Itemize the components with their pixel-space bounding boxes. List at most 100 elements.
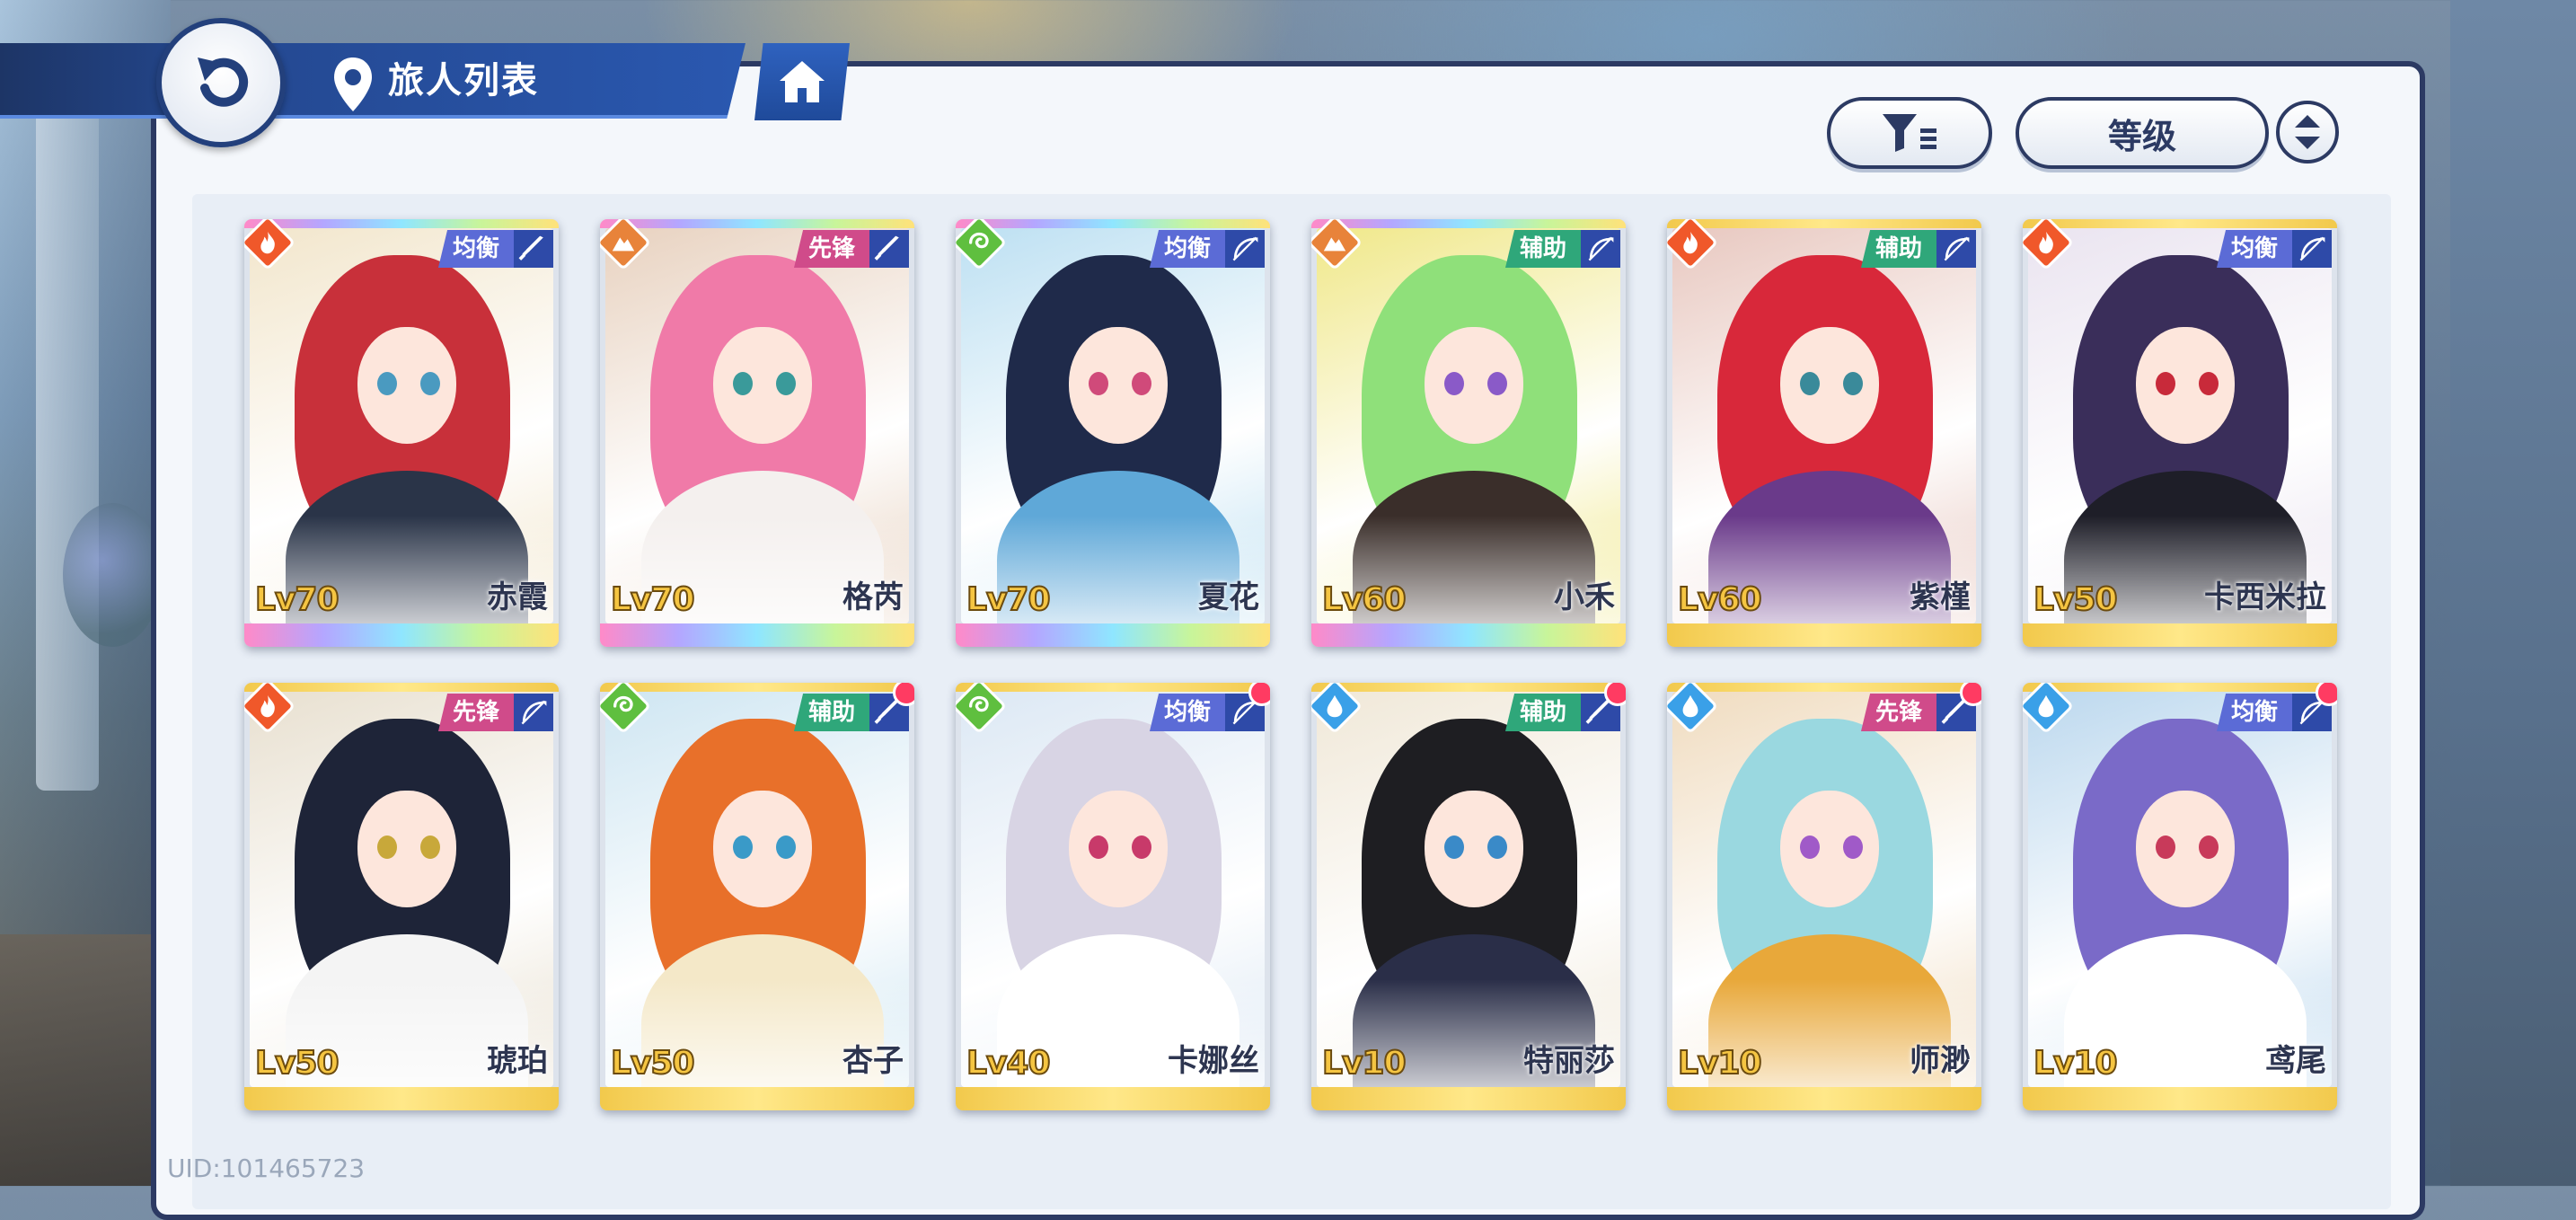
character-card[interactable]: 辅助 Lv10 特丽莎: [1311, 683, 1626, 1110]
earth-element-icon: [612, 237, 635, 252]
bow-weapon-icon: [1588, 236, 1614, 261]
character-portrait: [250, 692, 553, 1087]
character-name: 特丽莎: [1523, 1043, 1615, 1079]
element-badge: [2023, 219, 2075, 271]
sort-order-toggle[interactable]: [2276, 101, 2339, 164]
element-badge: [1311, 219, 1363, 271]
weapon-badge: [1225, 230, 1265, 268]
character-level: Lv70: [610, 580, 695, 619]
location-pin-icon: [334, 57, 372, 111]
fire-element-icon: [260, 231, 275, 254]
character-card[interactable]: 先锋 Lv10 师渺: [1667, 683, 1981, 1110]
background-plant: [63, 503, 162, 647]
element-badge: [956, 219, 1008, 271]
character-level: Lv10: [1321, 1044, 1407, 1083]
character-card[interactable]: 均衡 Lv70 夏花: [956, 219, 1270, 647]
character-portrait: [250, 228, 553, 623]
character-level: Lv70: [254, 580, 340, 619]
character-card[interactable]: 辅助 Lv60 紫槿: [1667, 219, 1981, 647]
role-tag: 辅助: [1860, 230, 1936, 268]
bow-weapon-icon: [521, 700, 547, 725]
character-card[interactable]: 均衡 Lv10 鸢尾: [2023, 683, 2337, 1110]
wind-element-icon: [968, 695, 989, 712]
home-button[interactable]: [754, 43, 850, 120]
character-name: 紫槿: [1910, 579, 1971, 615]
character-level: Lv50: [2033, 580, 2118, 619]
character-level: Lv10: [2033, 1044, 2118, 1083]
role-tag: 先锋: [793, 230, 869, 268]
element-badge: [956, 683, 1008, 735]
sort-by-dropdown[interactable]: 等级: [2016, 97, 2269, 169]
character-card[interactable]: 均衡 Lv70 赤霞: [244, 219, 559, 647]
background-scenery-right: [2450, 0, 2576, 1186]
element-badge: [1667, 683, 1719, 735]
rarity-strip-bottom: [1667, 623, 1981, 647]
role-tag: 均衡: [2216, 230, 2292, 268]
role-tag: 均衡: [1149, 230, 1225, 268]
sword-weapon-icon: [874, 235, 899, 261]
character-portrait: [961, 228, 1265, 623]
character-level: Lv50: [610, 1044, 695, 1083]
role-tag: 均衡: [437, 230, 514, 268]
weapon-badge: [1581, 230, 1620, 268]
role-tag: 均衡: [1149, 694, 1225, 731]
character-card[interactable]: 均衡 Lv40 卡娜丝: [956, 683, 1270, 1110]
rarity-strip-bottom: [600, 623, 914, 647]
character-portrait: [605, 692, 909, 1087]
character-card[interactable]: 均衡 Lv50 卡西米拉: [2023, 219, 2337, 647]
water-element-icon: [2038, 694, 2054, 718]
weapon-badge: [514, 230, 553, 268]
element-badge: [1667, 219, 1719, 271]
character-name: 卡西米拉: [2204, 579, 2326, 615]
character-name: 小禾: [1554, 579, 1615, 615]
bow-weapon-icon: [1232, 236, 1258, 261]
water-element-icon: [1682, 694, 1698, 718]
page-title: 旅人列表: [388, 60, 539, 102]
wind-element-icon: [613, 695, 633, 712]
back-button[interactable]: [156, 18, 286, 147]
character-card[interactable]: 辅助 Lv50 杏子: [600, 683, 914, 1110]
character-name: 师渺: [1910, 1043, 1971, 1079]
weapon-badge: [2292, 230, 2332, 268]
character-portrait: [1672, 692, 1976, 1087]
character-level: Lv10: [1677, 1044, 1763, 1083]
element-badge: [2023, 683, 2075, 735]
filter-button[interactable]: [1827, 97, 1992, 169]
fire-element-icon: [2039, 231, 2053, 254]
character-name: 杏子: [842, 1043, 904, 1079]
character-card[interactable]: 辅助 Lv60 小禾: [1311, 219, 1626, 647]
wind-element-icon: [968, 232, 989, 249]
role-tag: 辅助: [1504, 230, 1581, 268]
character-level: Lv50: [254, 1044, 340, 1083]
character-name: 格芮: [842, 579, 904, 615]
role-tag: 辅助: [1504, 694, 1581, 731]
character-card[interactable]: 先锋 Lv50 琥珀: [244, 683, 559, 1110]
background-scenery-left: [0, 0, 171, 1186]
character-name: 鸢尾: [2265, 1043, 2326, 1079]
role-tag: 先锋: [1860, 694, 1936, 731]
rarity-strip-bottom: [244, 623, 559, 647]
rarity-strip-bottom: [1311, 1087, 1626, 1110]
role-tag: 辅助: [793, 694, 869, 731]
weapon-badge: [514, 694, 553, 731]
element-badge: [244, 683, 296, 735]
background-pillar: [36, 108, 99, 791]
character-portrait: [1672, 228, 1976, 623]
character-portrait: [605, 228, 909, 623]
weapon-badge: [1936, 230, 1976, 268]
home-icon: [780, 61, 825, 102]
rarity-strip-bottom: [244, 1087, 559, 1110]
character-card[interactable]: 先锋 Lv70 格芮: [600, 219, 914, 647]
character-name: 卡娜丝: [1168, 1043, 1259, 1079]
rarity-strip-bottom: [956, 623, 1270, 647]
character-level: Lv70: [966, 580, 1052, 619]
filter-icon: [1883, 114, 1936, 152]
water-element-icon: [1327, 694, 1343, 718]
role-tag: 先锋: [437, 694, 514, 731]
fire-element-icon: [1683, 231, 1698, 254]
character-portrait: [2028, 692, 2332, 1087]
role-tag: 均衡: [2216, 694, 2292, 731]
bow-weapon-icon: [2299, 236, 2325, 261]
rarity-strip-bottom: [2023, 623, 2337, 647]
fire-element-icon: [260, 694, 275, 718]
